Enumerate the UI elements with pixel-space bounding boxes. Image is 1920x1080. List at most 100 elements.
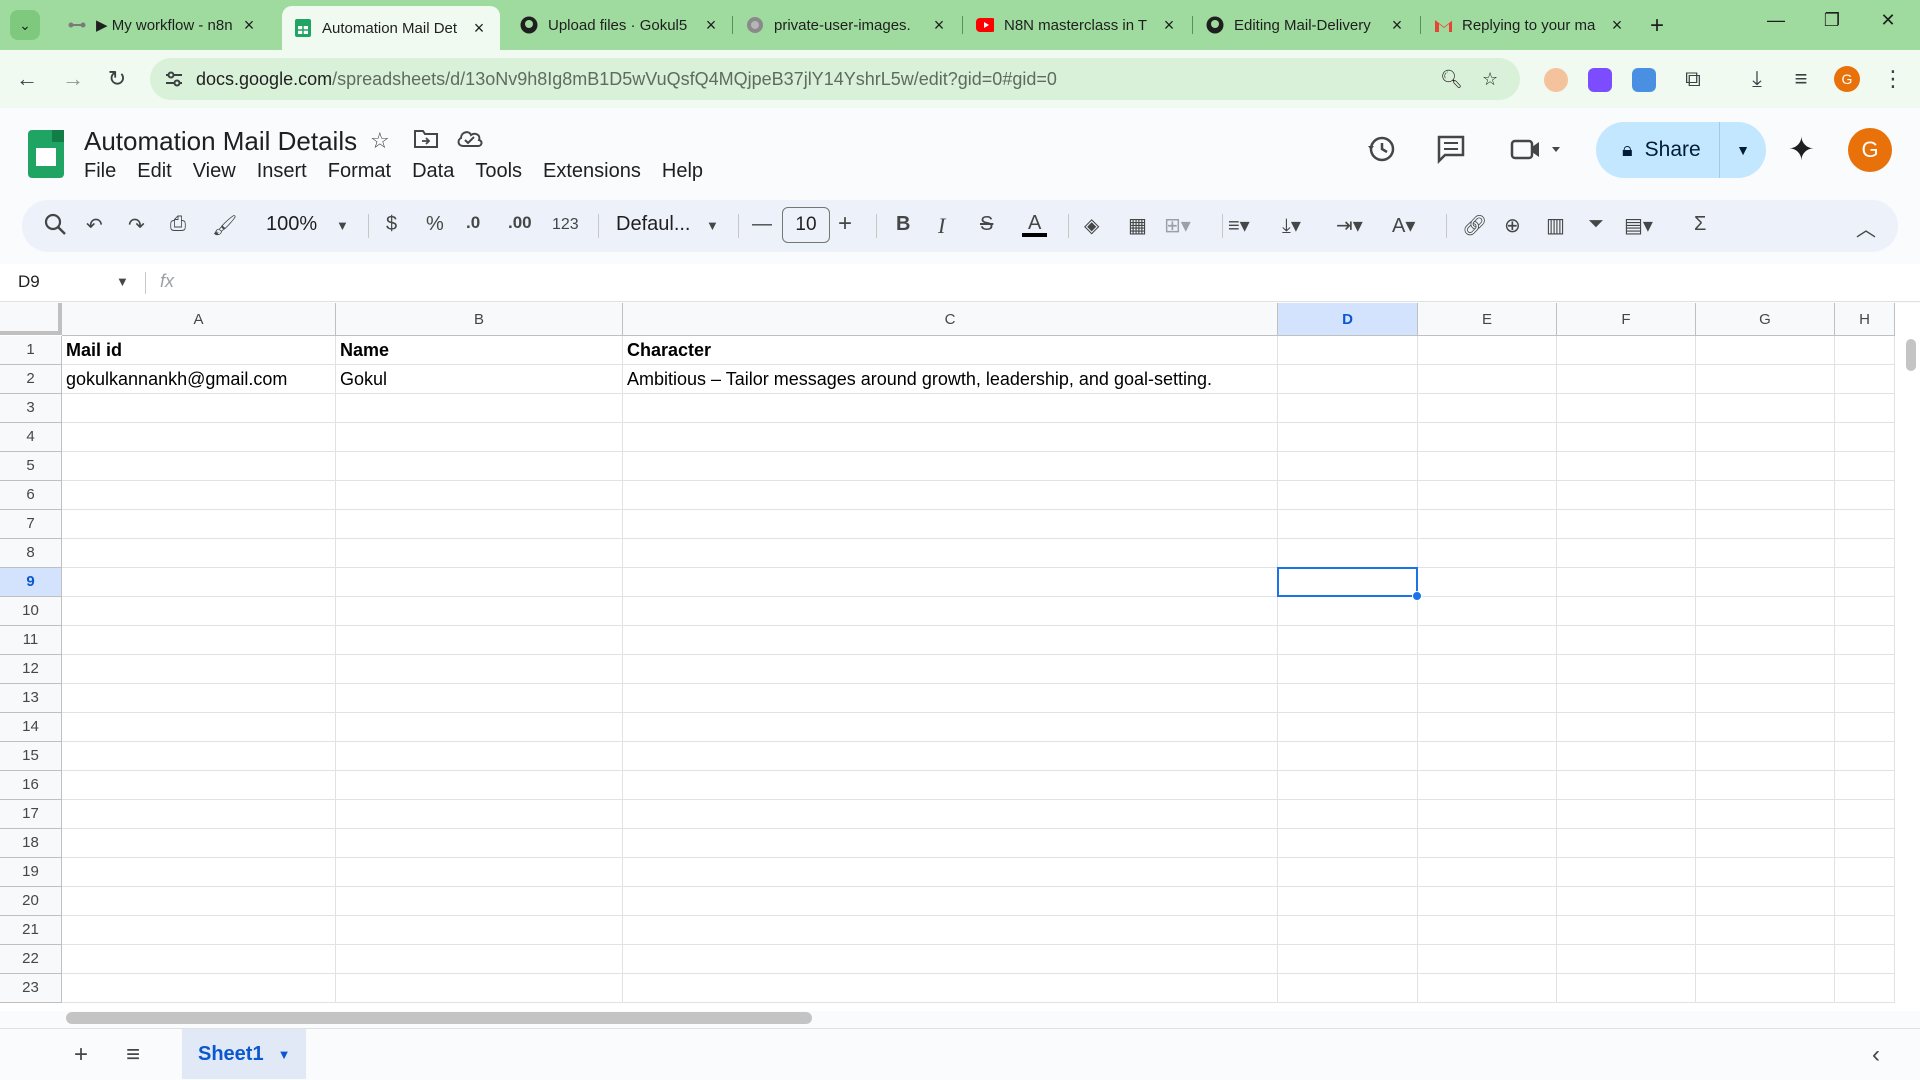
cell-f3[interactable] xyxy=(1557,394,1696,423)
cell-d20[interactable] xyxy=(1278,887,1418,916)
cell-f7[interactable] xyxy=(1557,510,1696,539)
browser-tab-private-images[interactable]: private-user-images. × xyxy=(734,8,960,42)
cell-h7[interactable] xyxy=(1835,510,1895,539)
cell-d19[interactable] xyxy=(1278,858,1418,887)
row-header-21[interactable]: 21 xyxy=(0,916,62,945)
search-menus-icon[interactable] xyxy=(44,213,66,241)
browser-tab-gmail[interactable]: Replying to your ma × xyxy=(1422,8,1638,42)
cell-g5[interactable] xyxy=(1696,452,1835,481)
cell-e16[interactable] xyxy=(1418,771,1557,800)
cell-f13[interactable] xyxy=(1557,684,1696,713)
cell-a4[interactable] xyxy=(62,423,336,452)
cell-h1[interactable] xyxy=(1835,336,1895,365)
cell-f5[interactable] xyxy=(1557,452,1696,481)
share-button[interactable]: 🔒︎ Share ▼ xyxy=(1596,122,1766,178)
cell-f21[interactable] xyxy=(1557,916,1696,945)
cell-a6[interactable] xyxy=(62,481,336,510)
percent-format-button[interactable]: % xyxy=(426,213,444,236)
cell-d22[interactable] xyxy=(1278,945,1418,974)
cell-c11[interactable] xyxy=(623,626,1278,655)
row-header-17[interactable]: 17 xyxy=(0,800,62,829)
cell-h13[interactable] xyxy=(1835,684,1895,713)
cell-a14[interactable] xyxy=(62,713,336,742)
cell-h3[interactable] xyxy=(1835,394,1895,423)
increase-decimal-button[interactable]: .00 xyxy=(508,213,532,233)
cell-b14[interactable] xyxy=(336,713,623,742)
redo-icon[interactable]: ↷ xyxy=(128,213,145,238)
column-header-h[interactable]: H xyxy=(1835,303,1895,336)
cell-c23[interactable] xyxy=(623,974,1278,1003)
browser-tab-n8n[interactable]: ▶ My workflow - n8n × xyxy=(56,8,270,42)
cell-e1[interactable] xyxy=(1418,336,1557,365)
cell-f20[interactable] xyxy=(1557,887,1696,916)
cell-a5[interactable] xyxy=(62,452,336,481)
cell-a1[interactable]: Mail id xyxy=(62,336,336,365)
cell-h15[interactable] xyxy=(1835,742,1895,771)
cell-g22[interactable] xyxy=(1696,945,1835,974)
cell-a21[interactable] xyxy=(62,916,336,945)
cell-d13[interactable] xyxy=(1278,684,1418,713)
cell-b3[interactable] xyxy=(336,394,623,423)
menu-tools[interactable]: Tools xyxy=(475,160,522,183)
cell-c14[interactable] xyxy=(623,713,1278,742)
cell-h19[interactable] xyxy=(1835,858,1895,887)
cell-b18[interactable] xyxy=(336,829,623,858)
filter-views-icon[interactable]: ▤▾ xyxy=(1624,213,1653,238)
cell-e19[interactable] xyxy=(1418,858,1557,887)
cell-a10[interactable] xyxy=(62,597,336,626)
cell-e22[interactable] xyxy=(1418,945,1557,974)
cell-e5[interactable] xyxy=(1418,452,1557,481)
cell-h8[interactable] xyxy=(1835,539,1895,568)
cell-c8[interactable] xyxy=(623,539,1278,568)
fill-handle[interactable] xyxy=(1412,591,1422,601)
cell-f19[interactable] xyxy=(1557,858,1696,887)
cell-f1[interactable] xyxy=(1557,336,1696,365)
collapse-toolbar-icon[interactable]: ︿ xyxy=(1856,213,1876,242)
row-header-22[interactable]: 22 xyxy=(0,945,62,974)
cell-f17[interactable] xyxy=(1557,800,1696,829)
cell-e21[interactable] xyxy=(1418,916,1557,945)
cell-d18[interactable] xyxy=(1278,829,1418,858)
row-header-2[interactable]: 2 xyxy=(0,365,62,394)
column-header-b[interactable]: B xyxy=(336,303,623,336)
cell-g18[interactable] xyxy=(1696,829,1835,858)
cell-e2[interactable] xyxy=(1418,365,1557,394)
row-header-9[interactable]: 9 xyxy=(0,568,62,597)
cell-d7[interactable] xyxy=(1278,510,1418,539)
fill-color-icon[interactable]: ◈ xyxy=(1084,213,1099,238)
cell-a7[interactable] xyxy=(62,510,336,539)
browser-tab-github-upload[interactable]: Upload files · Gokul5 × xyxy=(508,8,732,42)
decrease-decimal-button[interactable]: .0 xyxy=(466,213,480,233)
font-size-input[interactable]: 10 xyxy=(782,207,830,243)
cell-d4[interactable] xyxy=(1278,423,1418,452)
cell-a22[interactable] xyxy=(62,945,336,974)
side-panel-toggle-icon[interactable]: ‹ xyxy=(1872,1041,1880,1069)
cell-f6[interactable] xyxy=(1557,481,1696,510)
cell-d23[interactable] xyxy=(1278,974,1418,1003)
cell-a12[interactable] xyxy=(62,655,336,684)
cell-a15[interactable] xyxy=(62,742,336,771)
cell-a3[interactable] xyxy=(62,394,336,423)
paint-format-icon[interactable]: 🖌︎ xyxy=(212,213,237,238)
cell-c9[interactable] xyxy=(623,568,1278,597)
reload-button[interactable]: ↻ xyxy=(102,64,132,94)
cell-c10[interactable] xyxy=(623,597,1278,626)
cell-c5[interactable] xyxy=(623,452,1278,481)
minimize-button[interactable]: — xyxy=(1756,10,1796,31)
extension-icon[interactable] xyxy=(1588,68,1612,92)
cell-c13[interactable] xyxy=(623,684,1278,713)
cell-e7[interactable] xyxy=(1418,510,1557,539)
tab-search-button[interactable]: ⌄ xyxy=(10,10,40,40)
forward-button[interactable]: → xyxy=(58,64,88,94)
cell-f11[interactable] xyxy=(1557,626,1696,655)
account-avatar[interactable]: G xyxy=(1848,128,1892,172)
vertical-scrollbar[interactable] xyxy=(1906,339,1916,371)
sheets-logo[interactable] xyxy=(28,130,64,178)
cell-d14[interactable] xyxy=(1278,713,1418,742)
zoom-select[interactable]: 100% xyxy=(266,213,317,236)
cell-g2[interactable] xyxy=(1696,365,1835,394)
cell-a23[interactable] xyxy=(62,974,336,1003)
cell-b6[interactable] xyxy=(336,481,623,510)
print-icon[interactable]: ⎙ xyxy=(170,213,186,236)
text-color-button[interactable]: A xyxy=(1022,213,1048,237)
